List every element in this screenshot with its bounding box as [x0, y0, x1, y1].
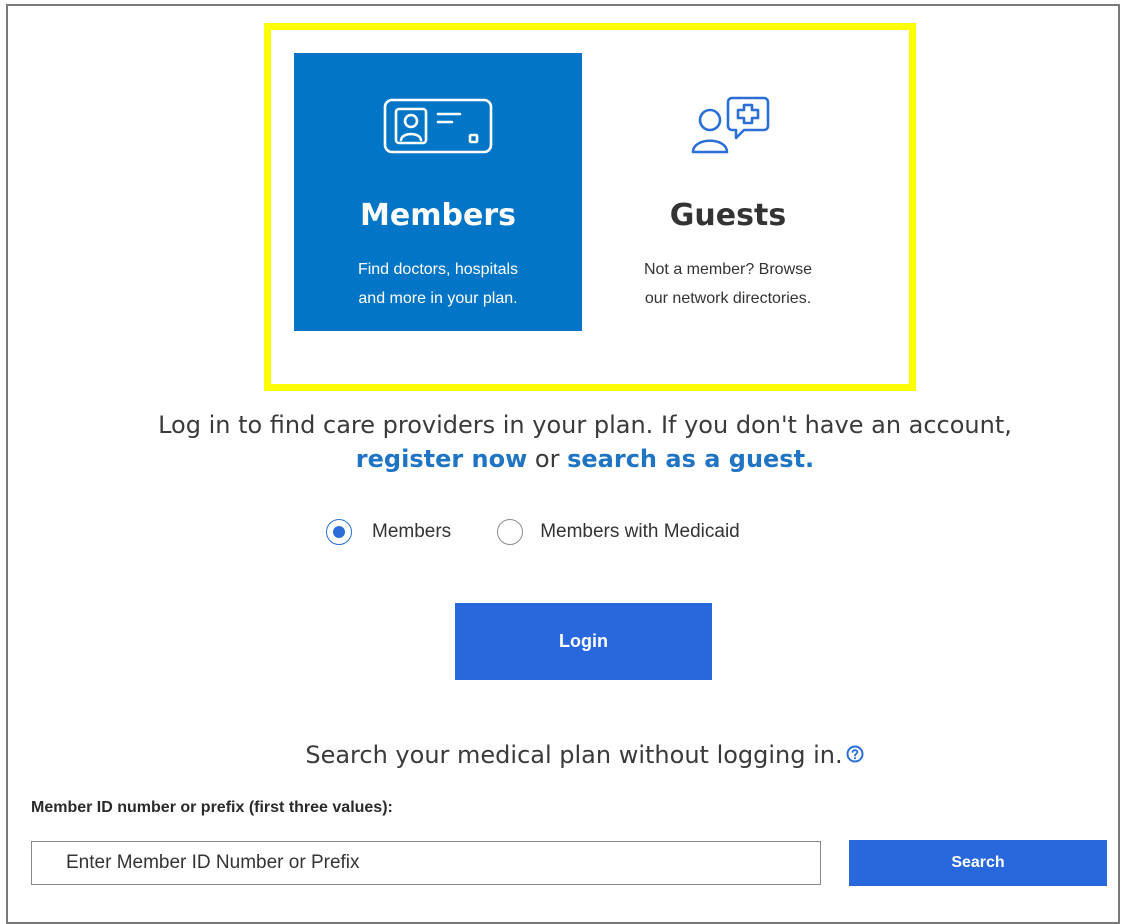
members-card-title: Members: [360, 198, 516, 233]
guests-card[interactable]: Guests Not a member? Browse our network …: [584, 53, 872, 331]
plan-type-radio-group: Members Members with Medicaid: [326, 519, 740, 545]
search-as-guest-link[interactable]: search as a guest.: [567, 445, 814, 473]
guests-card-description: Not a member? Browse our network directo…: [643, 261, 813, 307]
radio-selected-dot: [333, 526, 345, 538]
register-now-link[interactable]: register now: [356, 445, 528, 473]
login-button[interactable]: Login: [455, 603, 712, 680]
radio-label-members: Members: [372, 521, 452, 542]
intro-text-start: Log in to find care providers in your pl…: [158, 411, 1012, 439]
member-id-field-label: Member ID number or prefix (first three …: [31, 799, 393, 816]
radio-button-members-medicaid[interactable]: [497, 519, 524, 545]
radio-option-members-medicaid[interactable]: Members with Medicaid: [497, 519, 740, 545]
radio-option-members[interactable]: Members: [326, 519, 451, 545]
question-circle-icon[interactable]: [845, 739, 865, 773]
search-without-login-heading: Search your medical plan without logging…: [120, 738, 1050, 773]
search-heading-text: Search your medical plan without logging…: [305, 741, 843, 769]
guests-card-title: Guests: [669, 198, 787, 233]
member-id-card-icon: [294, 89, 582, 163]
radio-button-members[interactable]: [326, 519, 352, 545]
radio-label-members-medicaid: Members with Medicaid: [540, 521, 740, 542]
members-card[interactable]: Members Find doctors, hospitals and more…: [294, 53, 582, 331]
intro-text-middle: or: [527, 445, 568, 473]
login-intro-text: Log in to find care providers in your pl…: [120, 408, 1050, 476]
member-id-input[interactable]: [31, 841, 821, 885]
guest-person-chat-icon: [584, 89, 872, 163]
search-button[interactable]: Search: [849, 840, 1107, 886]
members-card-description: Find doctors, hospitals and more in your…: [357, 261, 519, 307]
